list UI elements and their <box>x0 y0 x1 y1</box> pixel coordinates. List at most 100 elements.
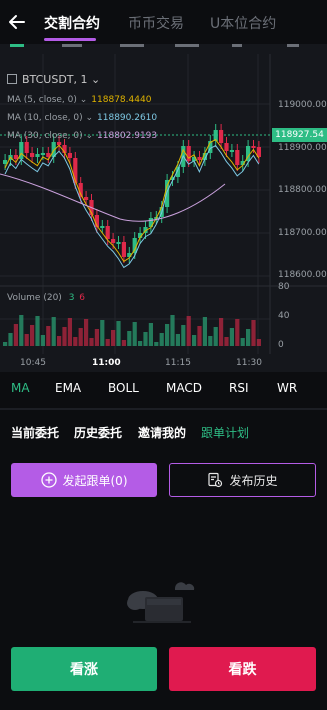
timeframe-strip <box>10 44 299 47</box>
volume-bar <box>73 337 78 346</box>
indicator-wr[interactable]: WR <box>277 381 297 395</box>
volume-bar <box>51 317 56 346</box>
price-tick: 118800.00 <box>278 185 327 195</box>
volume-bar <box>111 330 116 346</box>
candle-body <box>219 130 224 143</box>
tab-usdt-contract[interactable]: U本位合约 <box>210 13 276 33</box>
candle-body <box>57 142 62 145</box>
candle-body <box>40 153 45 155</box>
volume-bar <box>57 336 62 346</box>
volume-bar <box>186 316 191 346</box>
volume-tick: 40 <box>278 311 290 321</box>
volume-bar <box>100 320 105 346</box>
volume-bar <box>181 325 186 346</box>
volume-bar <box>35 316 40 346</box>
volume-bar <box>235 319 240 346</box>
time-tick: 11:15 <box>165 358 191 368</box>
empty-state-icon <box>127 582 195 623</box>
volume-bar <box>154 342 159 346</box>
tab-delivery-contract[interactable]: 交割合约 <box>44 13 100 33</box>
candle-body <box>235 150 240 165</box>
volume-bar <box>202 317 207 346</box>
publish-history-button[interactable]: 发布历史 <box>169 463 316 497</box>
volume-bar <box>67 318 72 346</box>
price-tick: 119000.00 <box>278 100 327 110</box>
volume-bar <box>175 334 180 346</box>
tab-invited-me[interactable]: 邀请我的 <box>138 424 186 441</box>
volume-bar <box>143 332 148 346</box>
candle-body <box>197 157 202 160</box>
candle-body <box>30 153 35 157</box>
volume-bar <box>105 339 110 346</box>
tab-order-history[interactable]: 历史委托 <box>74 424 122 441</box>
candle-body <box>121 242 126 257</box>
ma30-label: MA (30, close, 0) <box>7 131 83 141</box>
publish-history-label: 发布历史 <box>229 473 278 488</box>
start-copy-button[interactable]: 发起跟单(0) <box>11 463 157 497</box>
price-tick: 118700.00 <box>278 228 327 238</box>
buy-long-button[interactable]: 看涨 <box>11 647 157 691</box>
ma30-line: MA (30, close, 0) ⌄ 118802.9193 <box>7 131 158 141</box>
plus-circle-icon <box>40 472 57 488</box>
volume-bar <box>224 337 229 346</box>
volume-bar <box>132 322 137 346</box>
time-tick: 11:30 <box>236 358 262 368</box>
volume-bar <box>197 326 202 346</box>
volume-bar <box>24 334 29 346</box>
back-arrow-icon[interactable] <box>6 11 28 33</box>
volume-bar <box>3 342 8 346</box>
tab-copy-plan[interactable]: 跟单计划 <box>201 424 249 441</box>
volume-tick: 0 <box>278 340 284 350</box>
volume-bar <box>256 339 261 346</box>
last-price-tag: 118927.54 <box>272 128 327 142</box>
sell-short-button[interactable]: 看跌 <box>169 647 316 691</box>
candle-body <box>105 226 110 239</box>
volume-label: Volume (20) <box>7 293 62 303</box>
candle-body <box>100 226 105 228</box>
candle-body <box>111 239 116 243</box>
volume-bar <box>8 333 13 346</box>
volume-bar <box>84 319 89 346</box>
tab-spot-trading[interactable]: 币币交易 <box>128 13 184 33</box>
indicator-ma[interactable]: MA <box>11 381 30 395</box>
volume-bar <box>165 324 170 346</box>
indicator-macd[interactable]: MACD <box>166 381 202 395</box>
ma10-line: MA (10, close, 0) ⌄ 118890.2610 <box>7 113 158 123</box>
candle-body <box>67 153 72 158</box>
price-tick: 118900.00 <box>278 143 327 153</box>
ma-line <box>0 173 226 222</box>
indicator-rsi[interactable]: RSI <box>229 381 249 395</box>
tab-current-orders[interactable]: 当前委托 <box>11 424 59 441</box>
volume-bar <box>30 325 35 346</box>
active-tab-indicator <box>44 38 96 41</box>
volume-bar <box>127 331 132 346</box>
volume-bar <box>159 333 164 346</box>
candle-body <box>165 180 170 207</box>
volume-indicator-label: Volume (20) 3 6 <box>7 293 85 303</box>
volume-bar <box>78 328 83 346</box>
candle-body <box>24 142 29 153</box>
candle-body <box>116 242 121 244</box>
indicator-boll[interactable]: BOLL <box>108 381 139 395</box>
ma30-value: 118802.9193 <box>97 131 158 141</box>
ma5-label: MA (5, close, 0) <box>7 95 77 105</box>
ma5-value: 118878.4440 <box>91 95 152 105</box>
time-tick: 10:45 <box>20 358 46 368</box>
volume-bar <box>192 335 197 346</box>
volume-bar <box>116 321 121 346</box>
volume-bar <box>19 315 24 346</box>
volume-bar <box>46 326 51 346</box>
volume-bar <box>62 327 67 346</box>
indicator-ema[interactable]: EMA <box>55 381 81 395</box>
candle-body <box>224 143 229 151</box>
symbol-selector[interactable]: BTCUSDT, 1 ⌄ <box>7 73 100 86</box>
volume-tick: 80 <box>278 282 290 292</box>
candle-body <box>13 155 18 159</box>
chevron-down-icon: ⌄ <box>87 73 101 86</box>
volume-bar <box>213 327 218 346</box>
volume-bar <box>148 323 153 346</box>
volume-bar <box>170 315 175 346</box>
candle-body <box>84 197 89 200</box>
time-tick: 11:00 <box>92 358 121 368</box>
ma10-value: 118890.2610 <box>97 113 158 123</box>
